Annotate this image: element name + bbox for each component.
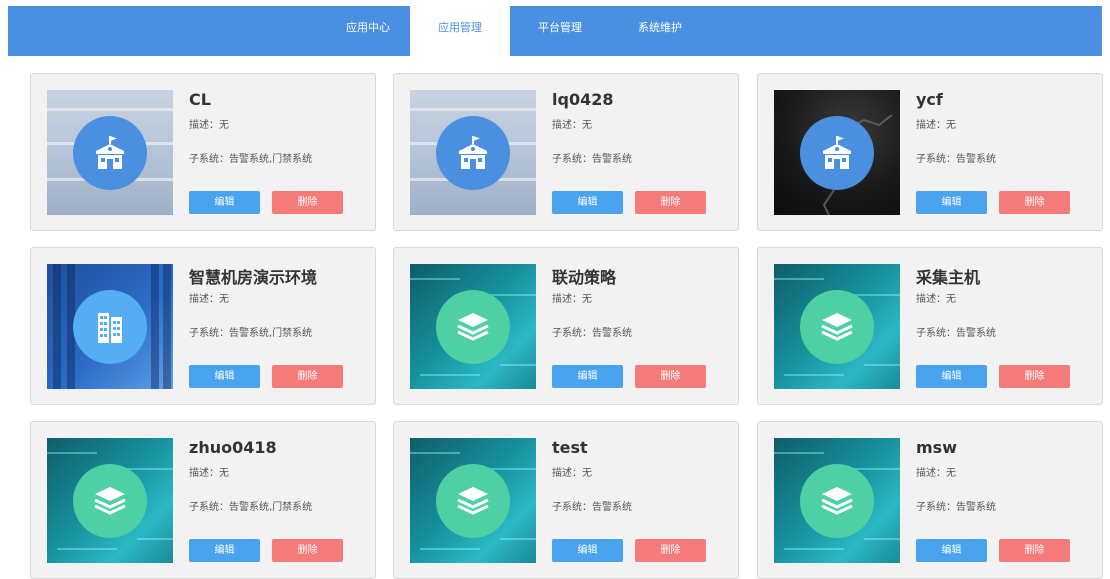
app-card: msw 描述：无 子系统：告警系统 编辑 删除 [757, 421, 1103, 579]
app-card: zhuo0418 描述：无 子系统：告警系统,门禁系统 编辑 删除 [30, 421, 376, 579]
delete-button[interactable]: 删除 [272, 191, 343, 214]
app-description: 描述：无 [552, 294, 592, 305]
app-title: 联动策略 [552, 268, 617, 287]
app-subsystems: 子系统：告警系统,门禁系统 [189, 154, 313, 165]
app-card: 采集主机 描述：无 子系统：告警系统 编辑 删除 [757, 247, 1103, 405]
school-icon [436, 116, 510, 190]
building-icon [73, 290, 147, 364]
app-title: test [552, 438, 588, 457]
edit-button[interactable]: 编辑 [916, 365, 987, 388]
app-description: 描述：无 [552, 120, 592, 131]
app-card: lq0428 描述：无 子系统：告警系统 编辑 删除 [393, 73, 739, 231]
delete-button[interactable]: 删除 [635, 365, 706, 388]
app-thumbnail [47, 264, 173, 389]
app-thumbnail [410, 264, 536, 389]
edit-button[interactable]: 编辑 [189, 191, 260, 214]
app-thumbnail [47, 438, 173, 563]
app-thumbnail [774, 264, 900, 389]
tab-app-center[interactable]: 应用中心 [328, 6, 408, 56]
delete-button[interactable]: 删除 [999, 191, 1070, 214]
app-title: 采集主机 [916, 268, 981, 287]
tab-app-management[interactable]: 应用管理 [410, 6, 510, 57]
app-description: 描述：无 [552, 468, 592, 479]
app-subsystems: 子系统：告警系统 [552, 328, 632, 339]
app-subsystems: 子系统：告警系统 [552, 502, 632, 513]
delete-button[interactable]: 删除 [999, 365, 1070, 388]
app-description: 描述：无 [916, 294, 956, 305]
school-icon [73, 116, 147, 190]
school-icon [800, 116, 874, 190]
top-nav-bar: 应用中心 应用管理 平台管理 系统维护 [8, 6, 1102, 57]
edit-button[interactable]: 编辑 [552, 365, 623, 388]
app-title: lq0428 [552, 90, 614, 109]
edit-button[interactable]: 编辑 [916, 539, 987, 562]
app-title: zhuo0418 [189, 438, 277, 457]
layers-icon [436, 464, 510, 538]
app-subsystems: 子系统：告警系统,门禁系统 [189, 328, 313, 339]
app-description: 描述：无 [189, 120, 229, 131]
app-card: 联动策略 描述：无 子系统：告警系统 编辑 删除 [393, 247, 739, 405]
app-card: test 描述：无 子系统：告警系统 编辑 删除 [393, 421, 739, 579]
delete-button[interactable]: 删除 [999, 539, 1070, 562]
app-description: 描述：无 [189, 294, 229, 305]
app-subsystems: 子系统：告警系统 [552, 154, 632, 165]
app-description: 描述：无 [916, 120, 956, 131]
app-title: ycf [916, 90, 943, 109]
delete-button[interactable]: 删除 [635, 191, 706, 214]
layers-icon [800, 464, 874, 538]
layers-icon [73, 464, 147, 538]
app-description: 描述：无 [189, 468, 229, 479]
tab-system-maintenance[interactable]: 系统维护 [620, 6, 700, 56]
app-subsystems: 子系统：告警系统,门禁系统 [189, 502, 313, 513]
app-subsystems: 子系统：告警系统 [916, 502, 996, 513]
app-description: 描述：无 [916, 468, 956, 479]
delete-button[interactable]: 删除 [272, 539, 343, 562]
app-subsystems: 子系统：告警系统 [916, 154, 996, 165]
edit-button[interactable]: 编辑 [916, 191, 987, 214]
app-thumbnail [774, 90, 900, 215]
edit-button[interactable]: 编辑 [189, 539, 260, 562]
edit-button[interactable]: 编辑 [189, 365, 260, 388]
layers-icon [436, 290, 510, 364]
app-thumbnail [774, 438, 900, 563]
app-thumbnail [410, 438, 536, 563]
edit-button[interactable]: 编辑 [552, 539, 623, 562]
delete-button[interactable]: 删除 [635, 539, 706, 562]
app-card: ycf 描述：无 子系统：告警系统 编辑 删除 [757, 73, 1103, 231]
edit-button[interactable]: 编辑 [552, 191, 623, 214]
app-thumbnail [47, 90, 173, 215]
layers-icon [800, 290, 874, 364]
app-subsystems: 子系统：告警系统 [916, 328, 996, 339]
app-card: 智慧机房演示环境 描述：无 子系统：告警系统,门禁系统 编辑 删除 [30, 247, 376, 405]
app-title: CL [189, 90, 211, 109]
app-title: msw [916, 438, 957, 457]
app-title: 智慧机房演示环境 [189, 268, 318, 287]
app-thumbnail [410, 90, 536, 215]
tab-platform-management[interactable]: 平台管理 [520, 6, 600, 56]
app-card: CL 描述：无 子系统：告警系统,门禁系统 编辑 删除 [30, 73, 376, 231]
delete-button[interactable]: 删除 [272, 365, 343, 388]
